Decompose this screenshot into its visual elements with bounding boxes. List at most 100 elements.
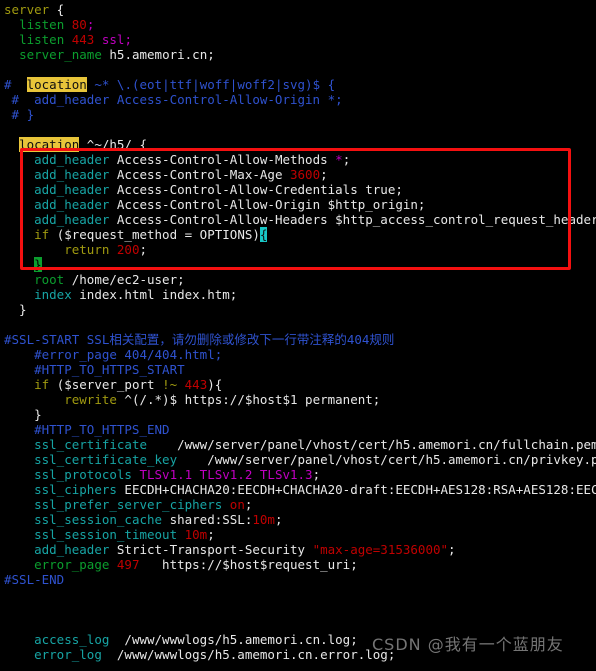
code-line: return 200; xyxy=(0,242,596,257)
semicolon: ; xyxy=(139,242,148,257)
toggle-value: on xyxy=(222,497,245,512)
timeout-value: 10m xyxy=(177,527,208,542)
code-line: index index.html index.htm; xyxy=(0,287,596,302)
semicolon: ; xyxy=(448,542,456,557)
directive-ssl-certificate-key: ssl_certificate_key xyxy=(34,452,178,467)
comment-text: # add_header Access-Control-Allow-Origin… xyxy=(4,92,343,107)
comment-ssl-end: #SSL-END xyxy=(4,572,65,587)
directive-add-header: add_header xyxy=(34,167,110,182)
keyword-if: if xyxy=(34,377,50,392)
text-cursor[interactable]: } xyxy=(34,257,42,272)
index-files: index.html index.htm; xyxy=(71,287,238,302)
code-line: ssl_certificate_key /www/server/panel/vh… xyxy=(0,452,596,467)
directive-error-page: error_page xyxy=(34,557,110,572)
directive-add-header: add_header xyxy=(34,182,110,197)
code-line: root /home/ec2-user; xyxy=(0,272,596,287)
port-value: 80 xyxy=(71,17,87,32)
directive-root: root xyxy=(34,272,65,287)
directive-ssl-session-cache: ssl_session_cache xyxy=(34,512,163,527)
directive-ssl-prefer-server-ciphers: ssl_prefer_server_ciphers xyxy=(34,497,223,512)
code-line: server_name h5.amemori.cn; xyxy=(0,47,596,62)
operator-not-match: !~ xyxy=(162,377,178,392)
semicolon: ; xyxy=(320,167,328,182)
code-line: if ($request_method = OPTIONS){ xyxy=(0,227,596,242)
code-line: #HTTP_TO_HTTPS_START xyxy=(0,362,596,377)
code-line: server { xyxy=(0,2,596,17)
semicolon: ; xyxy=(207,527,215,542)
cert-path: /www/server/panel/vhost/cert/h5.amemori.… xyxy=(147,437,596,452)
header-text: Access-Control-Allow-Credentials true; xyxy=(109,182,403,197)
cache-size: 10m xyxy=(252,512,275,527)
brace-close: } xyxy=(4,302,27,317)
root-path: /home/ec2-user; xyxy=(64,272,185,287)
nginx-config-code[interactable]: server { listen 80; listen 443 ssl; serv… xyxy=(0,0,596,671)
code-line: # location ~* \.(eot|ttf|woff|woff2|svg)… xyxy=(0,77,596,92)
header-value: * xyxy=(335,152,343,167)
code-line: ssl_prefer_server_ciphers on; xyxy=(0,497,596,512)
comment-http-to-https-end: #HTTP_TO_HTTPS_END xyxy=(4,422,170,437)
error-log-path: /www/wwwlogs/h5.amemori.cn.error.log; xyxy=(101,647,396,662)
search-highlight-location: location xyxy=(19,137,80,152)
code-line: ssl_ciphers EECDH+CHACHA20:EECDH+CHACHA2… xyxy=(0,482,596,497)
tls-versions: TLSv1.1 TLSv1.2 TLSv1.3 xyxy=(131,467,313,482)
directive-index: index xyxy=(34,287,72,302)
port-value: 443 xyxy=(71,32,95,47)
header-text: Access-Control-Allow-Origin $http_origin… xyxy=(109,197,426,212)
search-highlight-location: location xyxy=(26,77,87,92)
semicolon: ; xyxy=(342,152,351,167)
directive-error-log: error_log xyxy=(34,647,102,662)
cache-value: shared:SSL: xyxy=(162,512,253,527)
code-line: if ($server_port !~ 443){ xyxy=(0,377,596,392)
directive-ssl-ciphers: ssl_ciphers xyxy=(34,482,117,497)
header-value-string: "max-age=31536000" xyxy=(312,542,449,557)
code-line: listen 80; xyxy=(0,17,596,32)
code-line: #SSL-END xyxy=(0,572,596,587)
code-line: ssl_protocols TLSv1.1 TLSv1.2 TLSv1.3; xyxy=(0,467,596,482)
comment-hash: # xyxy=(4,77,12,92)
code-line: #error_page 404/404.html; xyxy=(0,347,596,362)
return-code: 200 xyxy=(109,242,140,257)
directive-add-header: add_header xyxy=(34,212,110,227)
port-value: 443 xyxy=(177,377,208,392)
comment-ssl-start: #SSL-START SSL相关配置，请勿删除或修改下一行带注释的404规则 xyxy=(4,332,395,347)
cipher-list: EECDH+CHACHA20:EECDH+CHACHA20-draft:EECD… xyxy=(116,482,596,497)
header-name: Access-Control-Allow-Methods xyxy=(109,152,336,167)
comment-http-to-https-start: #HTTP_TO_HTTPS_START xyxy=(4,362,185,377)
brace-close: } xyxy=(4,407,42,422)
server-name-value: h5.amemori.cn; xyxy=(109,47,215,62)
semicolon: ; xyxy=(244,497,253,512)
header-name: Strict-Transport-Security xyxy=(109,542,313,557)
code-line: add_header Access-Control-Allow-Origin $… xyxy=(0,197,596,212)
code-line: add_header Strict-Transport-Security "ma… xyxy=(0,542,596,557)
csdn-watermark: CSDN @我有一个蓝朋友 xyxy=(372,635,564,654)
header-value: 3600 xyxy=(290,167,321,182)
directive-rewrite: rewrite xyxy=(64,392,117,407)
directive-ssl-protocols: ssl_protocols xyxy=(34,467,132,482)
